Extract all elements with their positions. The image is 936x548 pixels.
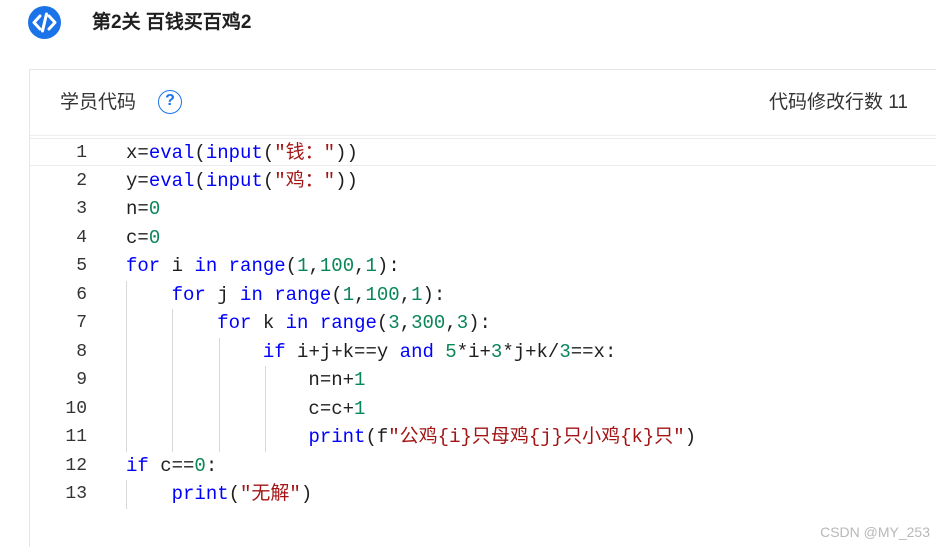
code-line[interactable]: 13 print("无解") xyxy=(30,480,936,508)
panel-label: 学员代码 xyxy=(60,92,137,113)
code-line[interactable]: 12 if c==0: xyxy=(30,452,936,480)
indent-guide xyxy=(126,480,127,509)
line-number: 13 xyxy=(65,484,87,504)
code-line[interactable]: 3 n=0 xyxy=(30,195,936,223)
code-text: for j in range(1,100,1): xyxy=(171,283,446,306)
line-number: 8 xyxy=(76,341,87,362)
code-line[interactable]: 5 for i in range(1,100,1): xyxy=(30,252,936,280)
code-line[interactable]: 2 y=eval(input("鸡：")) xyxy=(30,167,936,195)
indent-guide xyxy=(265,366,267,452)
code-line[interactable]: 11 print(f"公鸡{i}只母鸡{j}只小鸡{k}只") xyxy=(30,423,936,451)
code-text: x=eval(input("钱：")) xyxy=(126,142,358,164)
help-icon[interactable]: ? xyxy=(158,90,182,114)
line-number: 2 xyxy=(76,170,87,191)
line-number: 1 xyxy=(76,143,87,163)
line-number: 9 xyxy=(76,370,87,390)
page-title: 第2关 百钱买百鸡2 xyxy=(92,12,252,33)
code-editor[interactable]: 1 x=eval(input("钱：")) 2 y=eval(input("鸡："))… xyxy=(30,137,936,548)
line-number: 6 xyxy=(76,284,87,305)
code-line[interactable]: 9 n=n+1 xyxy=(30,366,936,394)
code-text: y=eval(input("鸡：")) xyxy=(126,169,358,192)
code-line[interactable]: 10 c=c+1 xyxy=(30,395,936,423)
code-text: print("无解") xyxy=(171,483,313,505)
code-line[interactable]: 1 x=eval(input("钱：")) xyxy=(30,138,936,166)
line-number: 10 xyxy=(65,398,87,419)
line-number: 11 xyxy=(65,427,87,447)
code-text: n=n+1 xyxy=(126,369,366,391)
code-line[interactable]: 7 for k in range(3,300,3): xyxy=(30,309,936,337)
indent-guide xyxy=(218,337,220,452)
indent-guide xyxy=(126,280,127,452)
code-line[interactable]: 8 if i+j+k==y and 5*i+3*j+k/3==x: xyxy=(30,338,936,366)
code-text: for k in range(3,300,3): xyxy=(217,312,491,334)
code-panel: 学员代码 ? 代码修改行数 11 1 x=eval(input("钱：")) 2 y=… xyxy=(29,69,936,547)
edit-count: 代码修改行数 11 xyxy=(768,92,908,113)
code-icon xyxy=(28,6,61,39)
code-text: c=c+1 xyxy=(126,397,366,420)
code-line[interactable]: 4 c=0 xyxy=(30,224,936,252)
code-text: c=0 xyxy=(126,226,161,249)
line-number: 4 xyxy=(76,227,87,248)
line-number: 3 xyxy=(76,199,87,219)
code-text: print(f"公鸡{i}只母鸡{j}只小鸡{k}只") xyxy=(308,426,697,448)
code-text: n=0 xyxy=(126,198,161,220)
line-number: 5 xyxy=(76,256,87,276)
code-text: if c==0: xyxy=(126,454,218,477)
code-line[interactable]: 6 for j in range(1,100,1): xyxy=(30,281,936,309)
code-text: if i+j+k==y and 5*i+3*j+k/3==x: xyxy=(262,340,617,363)
code-text: for i in range(1,100,1): xyxy=(126,255,400,277)
code-panel-header: 学员代码 ? 代码修改行数 11 xyxy=(30,70,936,136)
indent-guide xyxy=(172,309,174,452)
header: 第2关 百钱买百鸡2 xyxy=(0,0,936,70)
line-number: 7 xyxy=(76,313,87,333)
watermark: CSDN @MY_253 xyxy=(820,524,930,540)
line-number: 12 xyxy=(65,455,87,476)
